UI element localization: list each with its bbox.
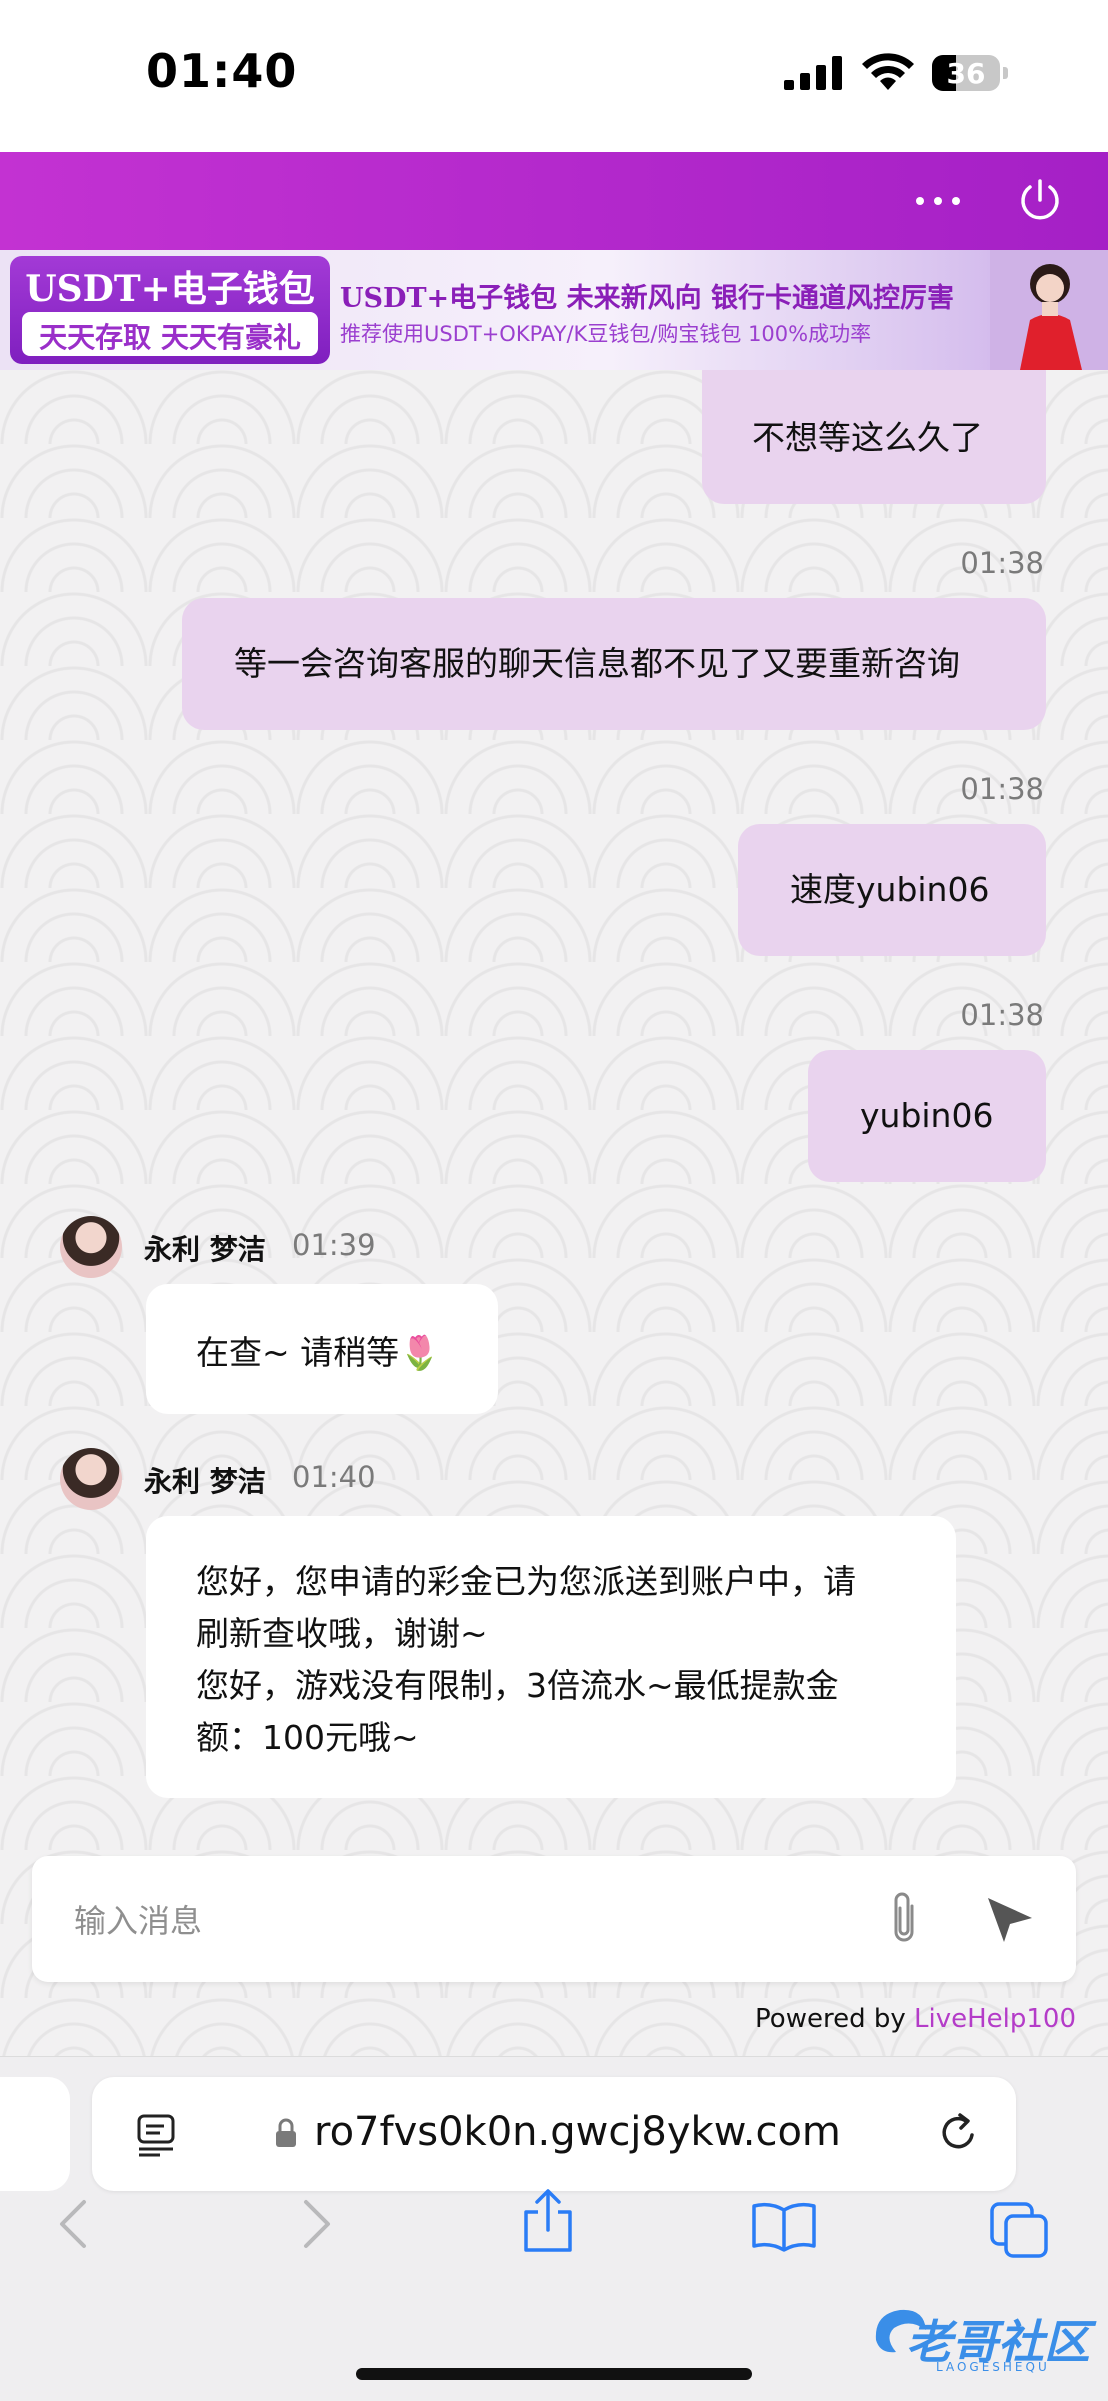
banner-left-subtitle: 天天存取 天天有豪礼 [39,321,301,354]
banner-badge: USDT+电子钱包 天天存取 天天有豪礼 [10,256,330,364]
message-timestamp: 01:38 [960,546,1044,580]
outgoing-message: 等一会咨询客服的聊天信息都不见了又要重新咨询 [182,598,1046,730]
banner-left-title: USDT+电子钱包 [25,268,315,310]
previous-tab-preview[interactable] [0,2077,70,2191]
banner-right-subtitle: 推荐使用USDT+OKPAY/K豆钱包/购宝钱包 100%成功率 [340,322,872,346]
status-time: 01:40 [146,44,298,98]
incoming-message: 在查~ 请稍等🌷 [146,1284,498,1414]
livehelp-link[interactable]: LiveHelp100 [914,2004,1076,2034]
chat-area[interactable]: 不想等这么久了 01:38 等一会咨询客服的聊天信息都不见了又要重新咨询 01:… [0,370,1108,2056]
reload-icon[interactable] [934,2109,982,2157]
tabs-icon[interactable] [988,2200,1050,2260]
battery-icon: 36 [932,55,1008,91]
outgoing-message: 速度yubin06 [738,824,1046,956]
status-bar: 01:40 36 [0,0,1108,152]
incoming-message: 您好，您申请的彩金已为您派送到账户中，请 刷新查收哦，谢谢~ 您好，游戏没有限制… [146,1516,956,1798]
back-icon[interactable] [54,2196,94,2252]
banner-model-image [990,250,1108,370]
message-text: 不想等这么久了 [752,418,983,457]
avatar[interactable] [60,1448,122,1510]
agent-name: 永利 梦洁 [144,1465,266,1498]
paperclip-icon[interactable] [886,1888,922,1948]
outgoing-message: yubin06 [808,1050,1046,1182]
powered-by: Powered by LiveHelp100 [755,2004,1076,2034]
battery-percent: 36 [946,57,986,90]
promo-banner[interactable]: USDT+电子钱包 天天存取 天天有豪礼 USDT+电子钱包 未来新风向 银行卡… [0,250,1108,370]
avatar[interactable] [60,1216,122,1278]
message-line: 额：100元哦~ [196,1718,419,1757]
message-line: 刷新查收哦，谢谢~ [196,1614,488,1653]
message-timestamp: 01:38 [960,772,1044,806]
power-icon[interactable] [1016,176,1064,224]
lock-icon [276,2118,296,2147]
message-line: 您好，游戏没有限制，3倍流水~最低提款金 [196,1666,839,1705]
message-timestamp: 01:40 [292,1460,376,1494]
watermark-logo: 老哥社区 LAOGESHEQU [866,2300,1098,2380]
url-text: ro7fvs0k0n.gwcj8ykw.com [314,2109,841,2155]
share-icon[interactable] [520,2188,576,2254]
cellular-signal-icon [784,56,842,90]
agent-name: 永利 梦洁 [144,1233,266,1266]
powered-by-prefix: Powered by [755,2004,914,2034]
banner-right-title: USDT+电子钱包 未来新风向 银行卡通道风控厉害 [340,283,954,314]
forward-icon[interactable] [296,2196,336,2252]
message-text: 在查~ 请稍等🌷 [196,1333,441,1372]
message-composer[interactable]: 输入消息 [32,1856,1076,1982]
watermark-subtitle: LAOGESHEQU [936,2360,1050,2374]
home-indicator [356,2368,752,2380]
address-bar[interactable]: ro7fvs0k0n.gwcj8ykw.com [92,2077,1016,2191]
more-options-icon[interactable] [910,180,966,220]
message-text: 等一会咨询客服的聊天信息都不见了又要重新咨询 [234,644,960,683]
send-icon[interactable] [984,1892,1036,1944]
message-line: 您好，您申请的彩金已为您派送到账户中，请 [196,1562,856,1601]
wifi-icon [862,53,914,90]
message-text: 速度yubin06 [790,870,990,909]
bookmarks-icon[interactable] [750,2200,818,2252]
reader-mode-icon[interactable] [136,2113,178,2157]
message-input[interactable]: 输入消息 [74,1896,202,1942]
chat-header [0,152,1108,250]
message-text: yubin06 [860,1096,994,1135]
message-timestamp: 01:39 [292,1228,376,1262]
message-timestamp: 01:38 [960,998,1044,1032]
message-text: 您好，您申请的彩金已为您派送到账户中，请 刷新查收哦，谢谢~ 您好，游戏没有限制… [196,1556,856,1764]
outgoing-message: 不想等这么久了 [702,370,1046,504]
